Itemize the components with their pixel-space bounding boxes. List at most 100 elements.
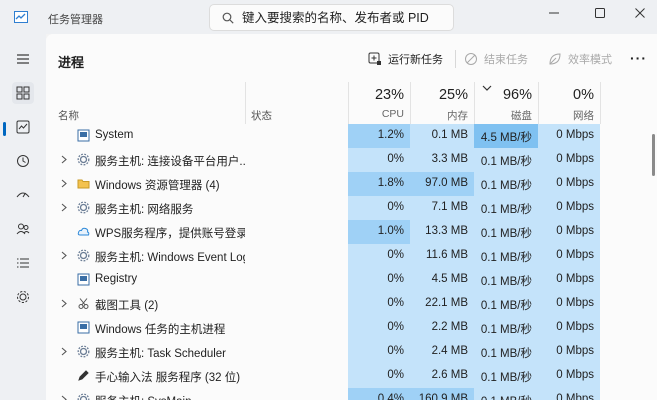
column-header-name[interactable]: 名称 [58, 108, 79, 123]
chevron-right-icon[interactable] [61, 395, 67, 400]
nav-services[interactable] [12, 286, 34, 308]
process-mem-value: 97.0 MB [425, 177, 468, 189]
process-row[interactable]: 服务主机: 网络服务 0% 7.1 MB 0.1 MB/秒 0 Mbps [46, 196, 657, 220]
process-row[interactable]: 服务主机: 连接设备平台用户... 0% 3.3 MB 0.1 MB/秒 0 Mbps [46, 148, 657, 172]
search-icon [222, 12, 234, 24]
nav-users[interactable] [12, 218, 34, 240]
process-row[interactable]: System 1.2% 0.1 MB 4.5 MB/秒 0 Mbps [46, 124, 657, 148]
process-mem-value: 13.3 MB [425, 225, 468, 237]
process-row[interactable]: 手心输入法 服务程序 (32 位) 0% 2.6 MB 0.1 MB/秒 0 Mbps [46, 364, 657, 388]
chevron-right-icon[interactable] [61, 299, 67, 308]
search-box[interactable] [209, 4, 454, 31]
process-cpu-value: 1.2% [377, 129, 404, 141]
column-header-memory[interactable]: 25% 内存 [410, 82, 474, 124]
pen-icon [78, 370, 89, 381]
process-row[interactable]: 服务主机: Windows Event Log 0% 11.6 MB 0.1 MB/秒… [46, 244, 657, 268]
process-row[interactable]: Windows 任务的主机进程 0% 2.2 MB 0.1 MB/秒 0 Mbps [46, 316, 657, 340]
performance-icon [16, 120, 30, 134]
hamburger-icon [17, 54, 29, 64]
system-icon [77, 129, 90, 142]
nav-startup[interactable] [12, 184, 34, 206]
users-icon [16, 223, 30, 235]
column-header-cpu[interactable]: 23% CPU [348, 82, 410, 124]
column-header-network[interactable]: 0% 网络 [538, 82, 600, 124]
process-name: 服务主机: Task Scheduler [95, 348, 227, 360]
process-cpu-value: 0% [387, 345, 404, 357]
process-mem-value: 2.6 MB [431, 369, 468, 381]
vertical-scrollbar[interactable] [652, 134, 655, 176]
memory-total: 25% [438, 87, 468, 103]
system-icon [77, 321, 90, 334]
efficiency-mode-button[interactable]: 效率模式 [548, 50, 612, 68]
minimize-button[interactable] [538, 4, 570, 22]
process-row[interactable]: Registry 0% 4.5 MB 0.1 MB/秒 0 Mbps [46, 268, 657, 292]
column-header-status[interactable]: 状态 [251, 108, 272, 123]
chevron-right-icon[interactable] [61, 155, 67, 164]
snip-icon [78, 298, 89, 309]
title-bar: 任务管理器 [0, 0, 657, 34]
nav-processes[interactable] [12, 82, 34, 104]
end-task-button[interactable]: 结束任务 [464, 50, 528, 68]
process-row[interactable]: 服务主机: Task Scheduler 0% 2.4 MB 0.1 MB/秒 0 Mb… [46, 340, 657, 364]
nav-performance[interactable] [12, 116, 34, 138]
gear-icon [77, 153, 90, 166]
column-divider[interactable] [245, 82, 246, 124]
process-cpu-value: 1.0% [377, 225, 404, 237]
process-disk-value: 0.1 MB/秒 [480, 348, 532, 360]
toolbar-separator [455, 50, 456, 68]
process-name: 服务主机: 网络服务 [95, 204, 194, 216]
column-header-disk[interactable]: 96% 磁盘 [474, 82, 538, 124]
folder-icon [77, 179, 90, 189]
maximize-button[interactable] [584, 4, 616, 22]
process-cpu-value: 0% [387, 273, 404, 285]
process-cpu-value: 0% [387, 297, 404, 309]
process-row[interactable]: Windows 资源管理器 (4) 1.8% 97.0 MB 0.1 MB/秒 0 Mb… [46, 172, 657, 196]
run-new-task-label: 运行新任务 [388, 54, 443, 66]
active-indicator [3, 122, 6, 136]
chevron-right-icon[interactable] [61, 203, 67, 212]
process-name: 服务主机: Windows Event Log [95, 252, 245, 264]
process-net-value: 0 Mbps [556, 345, 594, 357]
process-cpu-value: 1.8% [377, 177, 404, 189]
disk-total: 96% [502, 87, 532, 103]
chevron-right-icon[interactable] [61, 251, 67, 260]
sort-descending-icon [482, 85, 492, 91]
process-net-value: 0 Mbps [556, 177, 594, 189]
process-net-value: 0 Mbps [556, 225, 594, 237]
process-mem-value: 7.1 MB [431, 201, 468, 213]
process-row[interactable]: 截图工具 (2) 0% 22.1 MB 0.1 MB/秒 0 Mbps [46, 292, 657, 316]
process-name: WPS服务程序，提供账号登录... [95, 228, 245, 240]
leaf-icon [549, 53, 561, 65]
process-net-value: 0 Mbps [556, 393, 594, 400]
memory-label: 内存 [447, 110, 468, 122]
chevron-right-icon[interactable] [61, 347, 67, 356]
gear-icon [77, 345, 90, 358]
disk-label: 磁盘 [511, 110, 532, 122]
nav-details[interactable] [12, 252, 34, 274]
process-name: 截图工具 (2) [95, 300, 159, 312]
gear-icon [77, 393, 90, 400]
services-icon [17, 291, 29, 303]
process-disk-value: 0.1 MB/秒 [480, 372, 532, 384]
search-input[interactable] [242, 8, 447, 27]
close-button[interactable] [624, 4, 656, 22]
hamburger-menu-button[interactable] [12, 48, 34, 70]
process-cpu-value: 0% [387, 249, 404, 261]
process-disk-value: 0.1 MB/秒 [480, 228, 532, 240]
run-new-task-button[interactable]: 运行新任务 [368, 50, 443, 68]
end-task-icon [465, 53, 477, 65]
process-row[interactable]: WPS服务程序，提供账号登录... 1.0% 13.3 MB 0.1 MB/秒 0 Mb… [46, 220, 657, 244]
process-name: Registry [95, 273, 138, 285]
process-disk-value: 0.1 MB/秒 [480, 300, 532, 312]
process-mem-value: 2.2 MB [431, 321, 468, 333]
process-mem-value: 2.4 MB [431, 345, 468, 357]
process-net-value: 0 Mbps [556, 297, 594, 309]
process-mem-value: 4.5 MB [431, 273, 468, 285]
process-row[interactable]: 服务主机: SysMain 0.4% 160.9 MB 0.1 MB/秒 0 Mbps [46, 388, 657, 400]
chevron-right-icon[interactable] [61, 179, 67, 188]
process-mem-value: 11.6 MB [426, 249, 468, 261]
process-name: System [95, 129, 134, 141]
gear-icon [77, 249, 90, 262]
nav-app-history[interactable] [12, 150, 34, 172]
more-options-button[interactable]: ··· [630, 50, 647, 66]
